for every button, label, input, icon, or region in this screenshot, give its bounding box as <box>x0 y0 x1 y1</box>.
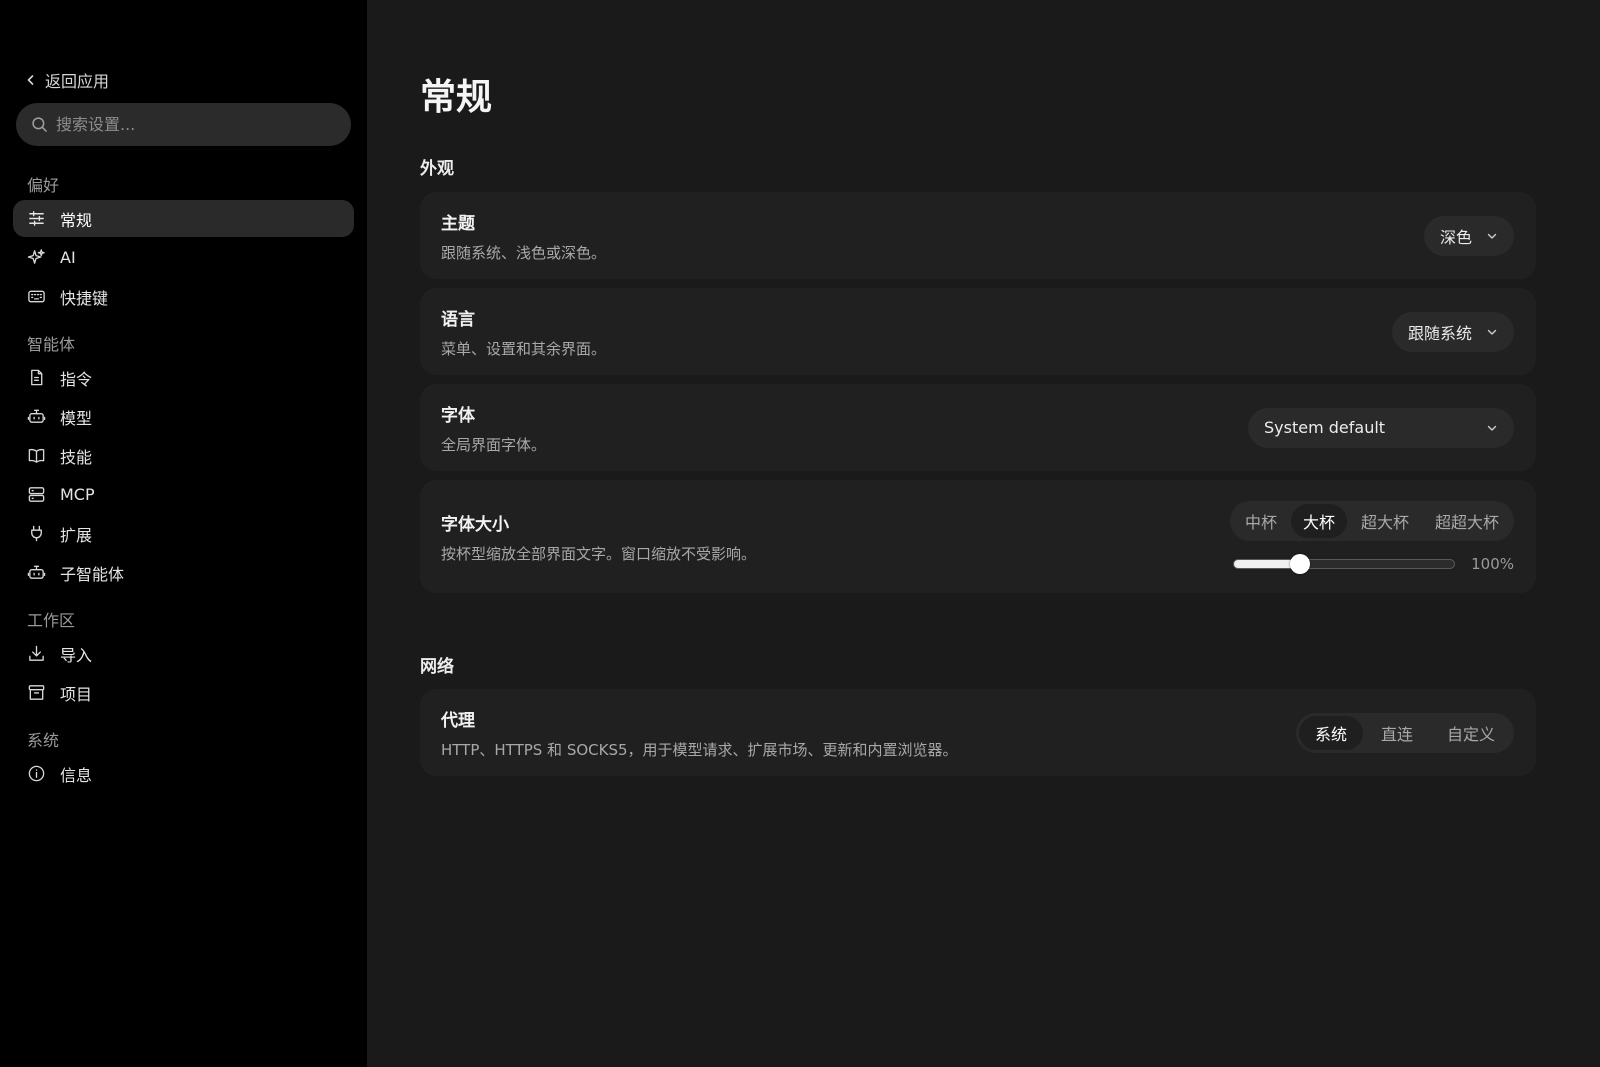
sidebar-item-import[interactable]: 导入 <box>13 635 354 672</box>
font-description: 全局界面字体。 <box>441 435 547 454</box>
sidebar-item-label: 信息 <box>60 765 93 785</box>
search-input[interactable] <box>56 115 336 134</box>
sidebar-item-skills[interactable]: 技能 <box>13 437 354 474</box>
font-size-option-extra-large[interactable]: 超大杯 <box>1349 504 1421 538</box>
archive-icon <box>28 685 45 700</box>
settings-window: 返回应用 偏好 常规 AI 快捷键 智能体 <box>0 0 1600 1067</box>
server-icon <box>28 487 45 502</box>
sidebar: 返回应用 偏好 常规 AI 快捷键 智能体 <box>0 0 367 1067</box>
download-icon <box>29 645 44 661</box>
book-icon <box>28 448 45 463</box>
language-description: 菜单、设置和其余界面。 <box>441 339 607 358</box>
font-size-setting-card: 字体大小 按杯型缩放全部界面文字。窗口缩放不受影响。 中杯 大杯 超大杯 超超大… <box>420 480 1536 593</box>
theme-setting-card: 主题 跟随系统、浅色或深色。 深色 <box>420 192 1536 279</box>
theme-title: 主题 <box>441 213 475 234</box>
back-label: 返回应用 <box>45 72 110 91</box>
keyboard-icon <box>28 290 45 303</box>
font-dropdown-value: System default <box>1264 418 1386 437</box>
proxy-option-custom[interactable]: 自定义 <box>1431 716 1511 750</box>
sidebar-item-shortcuts[interactable]: 快捷键 <box>13 278 354 315</box>
font-size-title: 字体大小 <box>441 514 509 535</box>
font-scale-slider[interactable] <box>1233 553 1456 574</box>
sidebar-item-label: 子智能体 <box>60 564 125 584</box>
sidebar-item-models[interactable]: 模型 <box>13 398 354 435</box>
robot-icon <box>27 409 46 423</box>
document-icon <box>31 369 43 386</box>
font-scale-slider-thumb[interactable] <box>1290 553 1311 574</box>
language-setting-card: 语言 菜单、设置和其余界面。 跟随系统 <box>420 288 1536 375</box>
section-label-network: 网络 <box>420 657 454 677</box>
sidebar-item-label: MCP <box>60 485 95 504</box>
chevron-down-icon <box>1487 425 1497 431</box>
sidebar-item-general[interactable]: 常规 <box>13 200 354 237</box>
chevron-down-icon <box>1487 233 1497 239</box>
sidebar-item-label: 导入 <box>60 645 93 665</box>
proxy-segmented-control[interactable]: 系统 直连 自定义 <box>1295 712 1514 753</box>
font-title: 字体 <box>441 405 475 426</box>
back-to-app-link[interactable]: 返回应用 <box>25 68 109 92</box>
theme-dropdown-value: 深色 <box>1439 227 1472 247</box>
font-size-option-large[interactable]: 大杯 <box>1290 503 1347 538</box>
font-size-option-medium[interactable]: 中杯 <box>1233 504 1289 538</box>
sidebar-item-instructions[interactable]: 指令 <box>13 359 354 396</box>
sidebar-item-label: 常规 <box>60 210 93 230</box>
sidebar-item-label: 技能 <box>60 447 93 467</box>
font-size-description: 按杯型缩放全部界面文字。窗口缩放不受影响。 <box>441 544 757 563</box>
page-title: 常规 <box>420 77 493 118</box>
settings-content: 常规 外观 主题 跟随系统、浅色或深色。 深色 语言 菜单、设置和其余界面。 跟… <box>367 0 1600 1067</box>
theme-dropdown[interactable]: 深色 <box>1423 215 1514 256</box>
sidebar-item-label: 项目 <box>60 684 93 704</box>
language-title: 语言 <box>441 309 475 330</box>
robot-icon <box>27 565 46 579</box>
sidebar-item-label: AI <box>60 248 76 267</box>
language-dropdown[interactable]: 跟随系统 <box>1391 311 1514 352</box>
proxy-option-system[interactable]: 系统 <box>1298 715 1363 750</box>
section-label-appearance: 外观 <box>420 159 454 179</box>
font-scale-slider-row: 100% <box>1233 553 1514 574</box>
sidebar-nav: 偏好 常规 AI 快捷键 智能体 指令 模型 技能 MCP 扩展 子智能体 工作… <box>13 168 354 794</box>
sidebar-item-info[interactable]: 信息 <box>13 755 354 792</box>
font-size-option-xx-large[interactable]: 超超大杯 <box>1423 504 1511 538</box>
proxy-option-direct[interactable]: 直连 <box>1365 716 1429 750</box>
sidebar-item-subagents[interactable]: 子智能体 <box>13 554 354 591</box>
chevron-down-icon <box>1487 329 1497 335</box>
font-size-controls: 中杯 大杯 超大杯 超超大杯 100% <box>1229 500 1514 574</box>
sidebar-item-label: 指令 <box>60 369 93 389</box>
font-size-segmented-control[interactable]: 中杯 大杯 超大杯 超超大杯 <box>1229 500 1514 541</box>
sparkles-icon <box>27 249 45 264</box>
sidebar-item-projects[interactable]: 项目 <box>13 674 354 711</box>
sliders-icon <box>29 211 44 226</box>
theme-description: 跟随系统、浅色或深色。 <box>441 243 607 262</box>
proxy-setting-card: 代理 HTTP、HTTPS 和 SOCKS5，用于模型请求、扩展市场、更新和内置… <box>420 689 1536 776</box>
chevron-left-icon <box>27 75 34 85</box>
search-icon <box>32 117 47 132</box>
info-icon <box>28 765 45 782</box>
proxy-description: HTTP、HTTPS 和 SOCKS5，用于模型请求、扩展市场、更新和内置浏览器… <box>441 740 958 759</box>
font-dropdown[interactable]: System default <box>1248 407 1514 448</box>
sidebar-item-label: 快捷键 <box>60 288 109 308</box>
sidebar-item-label: 扩展 <box>60 525 93 545</box>
nav-section-agents: 智能体 <box>27 335 76 354</box>
font-scale-value: 100% <box>1471 554 1514 573</box>
sidebar-item-mcp[interactable]: MCP <box>13 476 354 513</box>
settings-search[interactable] <box>16 103 351 146</box>
sidebar-item-label: 模型 <box>60 408 93 428</box>
nav-section-preferences: 偏好 <box>27 176 60 195</box>
nav-section-system: 系统 <box>27 731 60 750</box>
sidebar-item-ai[interactable]: AI <box>13 239 354 276</box>
language-dropdown-value: 跟随系统 <box>1407 323 1472 343</box>
font-setting-card: 字体 全局界面字体。 System default <box>420 384 1536 471</box>
sidebar-item-extensions[interactable]: 扩展 <box>13 515 354 552</box>
nav-section-workspace: 工作区 <box>27 611 76 630</box>
plug-icon <box>31 525 42 542</box>
proxy-title: 代理 <box>441 710 475 731</box>
